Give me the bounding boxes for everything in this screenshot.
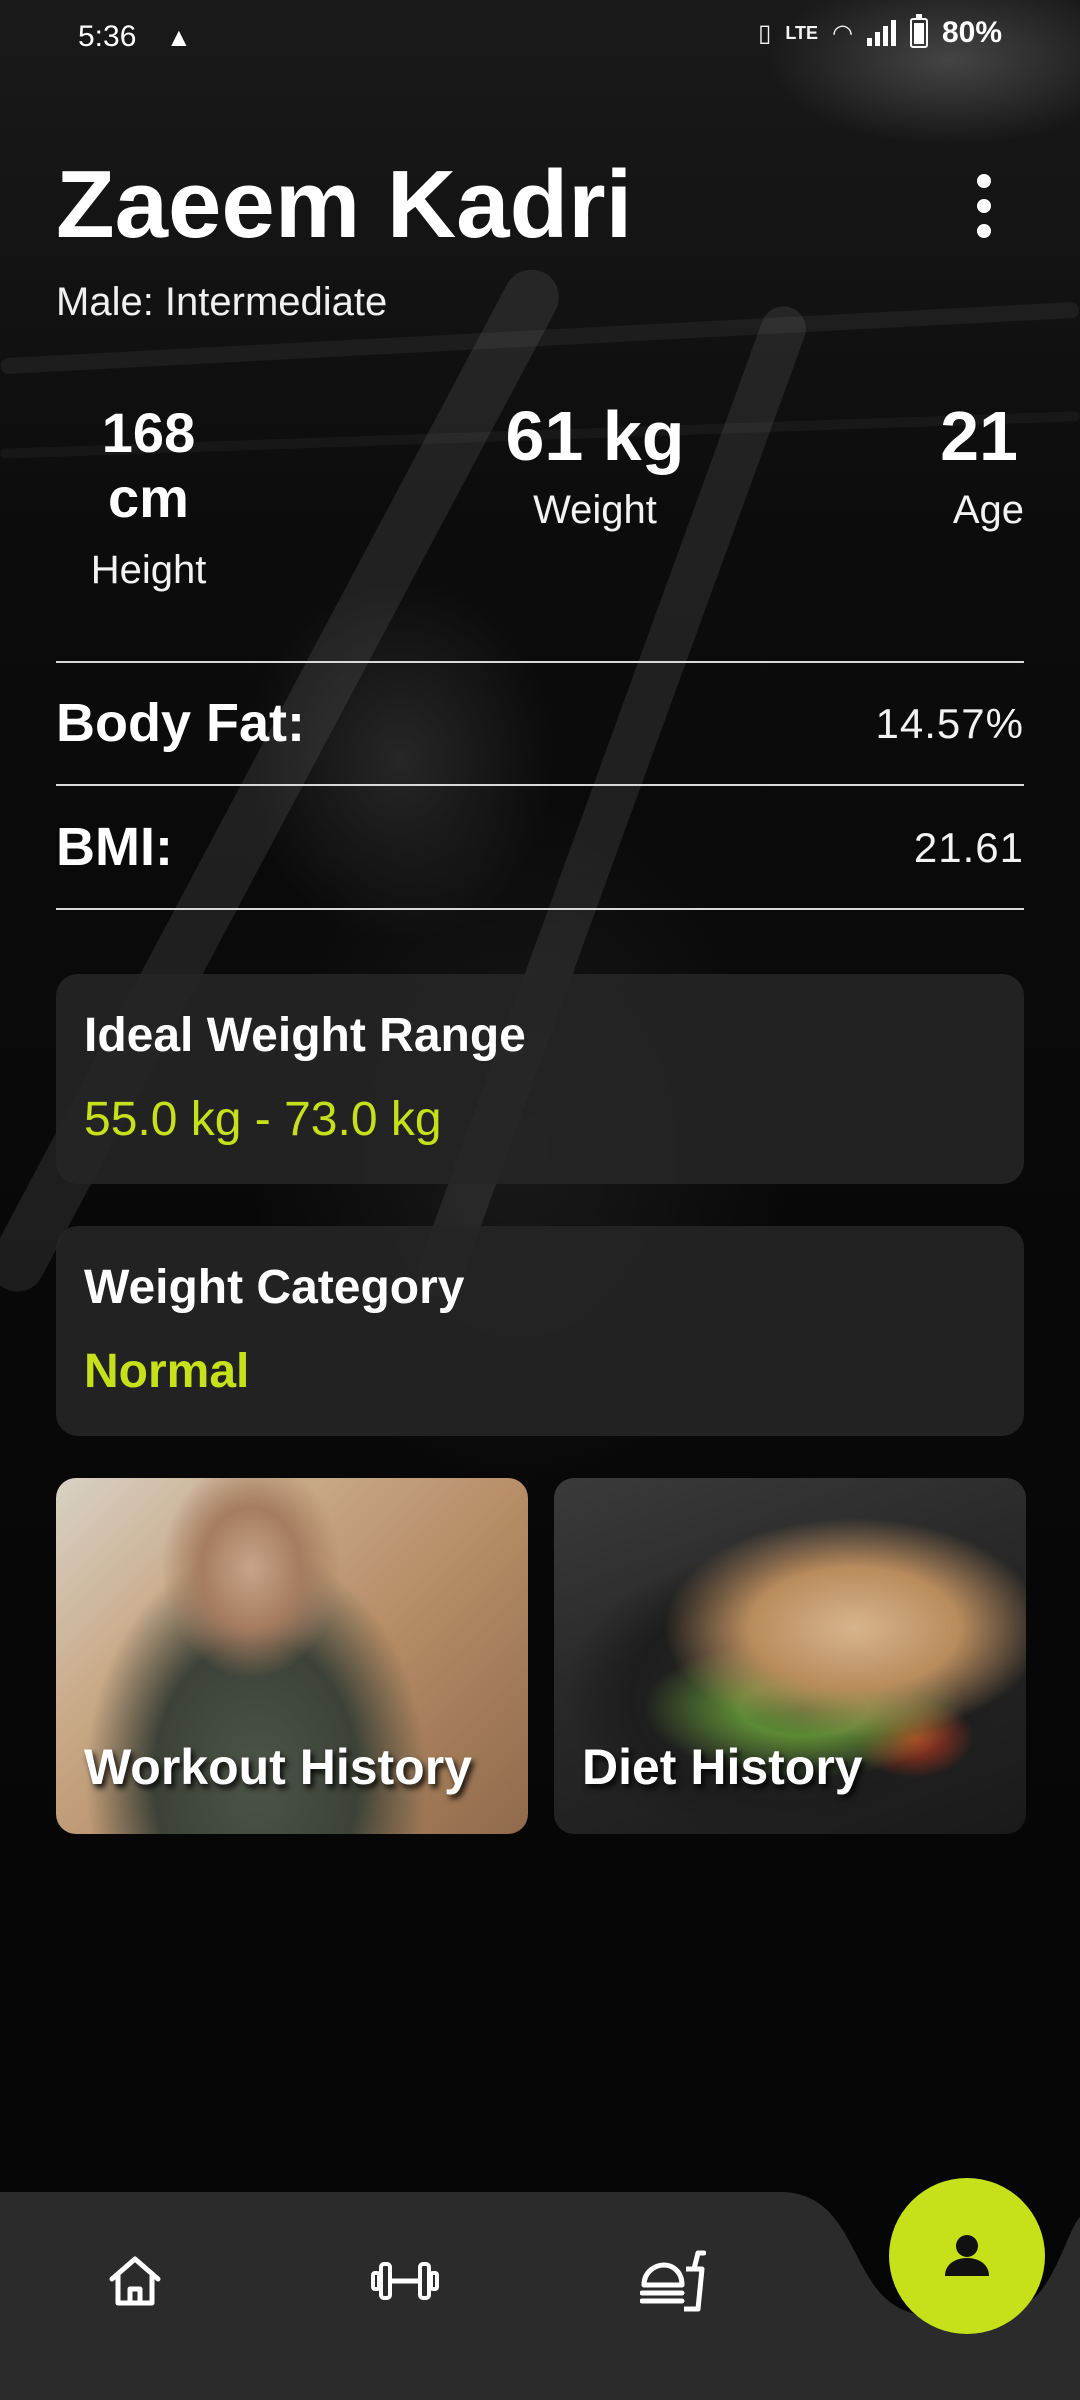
person-icon <box>945 2235 989 2276</box>
body-fat-value: 14.57% <box>875 700 1024 747</box>
more-options-button[interactable] <box>960 168 1008 244</box>
battery-icon <box>909 14 928 48</box>
diet-history-label: Diet History <box>582 1739 863 1795</box>
vibrate-icon: ▯ <box>758 19 772 47</box>
stat-height-label: Height <box>90 548 207 592</box>
battery-percentage: 80% <box>941 16 1002 49</box>
nav-workout[interactable] <box>360 2236 450 2326</box>
weight-category-card: Weight Category Normal <box>56 1226 1024 1436</box>
background-image <box>0 0 1080 2400</box>
stat-weight-value: 61 kg <box>505 397 685 475</box>
ideal-weight-value: 55.0 kg - 73.0 kg <box>84 1093 442 1146</box>
nav-diet[interactable] <box>628 2236 718 2326</box>
food-icon <box>640 2250 706 2312</box>
more-dot-icon <box>977 224 991 239</box>
diet-history-tile[interactable]: Diet History <box>554 1478 1026 1834</box>
status-icons: ▯ LTE ◠ 80% <box>758 14 1002 50</box>
profile-name: Zaeem Kadri <box>56 151 633 258</box>
bmi-value: 21.61 <box>913 824 1024 871</box>
nav-home[interactable] <box>90 2236 180 2326</box>
stat-weight: 61 kg Weight <box>475 396 715 533</box>
divider <box>56 908 1024 910</box>
ideal-weight-title: Ideal Weight Range <box>84 1009 526 1062</box>
workout-history-label: Workout History <box>84 1739 472 1795</box>
stat-age-label: Age <box>952 488 1024 532</box>
nav-profile-button[interactable] <box>889 2178 1045 2334</box>
warning-triangle-icon: ▲ <box>166 22 192 52</box>
divider <box>56 661 1024 663</box>
signal-icon <box>866 20 896 46</box>
more-dot-icon <box>977 173 991 188</box>
weight-category-title: Weight Category <box>84 1261 465 1314</box>
status-bar: 5:36 ▲ ▯ LTE ◠ 80% <box>0 0 1080 76</box>
weight-category-value: Normal <box>84 1345 250 1398</box>
more-dot-icon <box>977 198 991 213</box>
stat-age-value: 21 <box>940 397 1018 475</box>
dumbbell-icon <box>371 2262 439 2300</box>
status-time: 5:36 <box>78 20 137 53</box>
stat-weight-label: Weight <box>533 488 657 532</box>
lte-icon: LTE <box>785 22 818 43</box>
stat-height: 168 cm Height <box>56 400 241 593</box>
profile-subtitle: Male: Intermediate <box>56 280 388 324</box>
bmi-label: BMI: <box>56 817 173 877</box>
home-icon <box>109 2256 161 2306</box>
stat-age: 21 Age <box>904 396 1024 533</box>
body-fat-label: Body Fat: <box>56 693 305 753</box>
wifi-icon: ◠ <box>832 19 853 47</box>
ideal-weight-card: Ideal Weight Range 55.0 kg - 73.0 kg <box>56 974 1024 1184</box>
workout-history-tile[interactable]: Workout History <box>56 1478 528 1834</box>
stat-height-value: 168 cm <box>101 401 196 529</box>
divider <box>56 784 1024 786</box>
